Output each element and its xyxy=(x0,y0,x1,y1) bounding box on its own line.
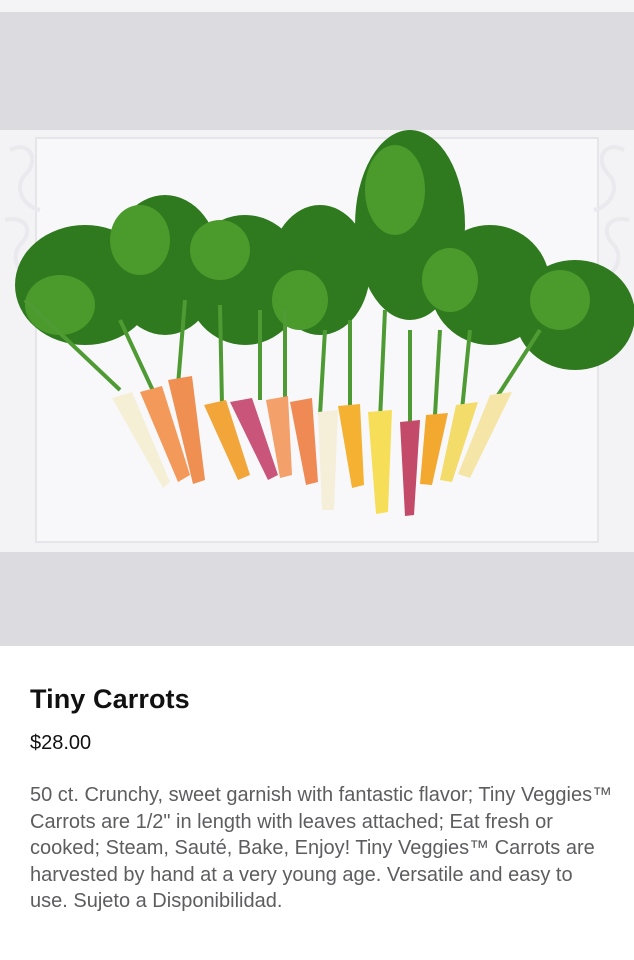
product-detail-page: Tiny Carrots $28.00 50 ct. Crunchy, swee… xyxy=(0,0,634,960)
product-title: Tiny Carrots xyxy=(30,684,190,714)
product-image[interactable] xyxy=(0,130,634,552)
top-strip xyxy=(0,0,634,12)
product-description: 50 ct. Crunchy, sweet garnish with fanta… xyxy=(30,784,613,912)
product-price: $28.00 xyxy=(30,732,92,754)
product-image-container[interactable] xyxy=(0,12,634,646)
